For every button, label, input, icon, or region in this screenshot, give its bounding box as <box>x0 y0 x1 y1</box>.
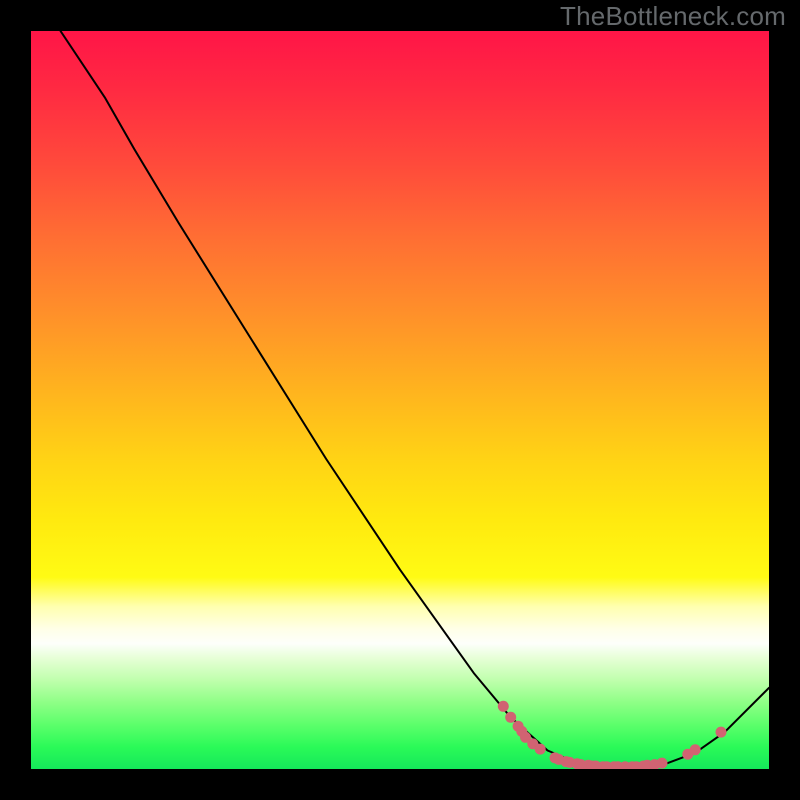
data-dot <box>657 758 668 769</box>
data-dot <box>535 744 546 755</box>
data-dot <box>505 712 516 723</box>
data-dots <box>498 701 727 769</box>
data-dot <box>716 727 727 738</box>
plot-area <box>31 31 769 769</box>
data-dot <box>690 744 701 755</box>
watermark-text: TheBottleneck.com <box>560 1 786 32</box>
chart-frame: TheBottleneck.com <box>0 0 800 800</box>
data-dot <box>498 701 509 712</box>
dots-layer <box>31 31 769 769</box>
